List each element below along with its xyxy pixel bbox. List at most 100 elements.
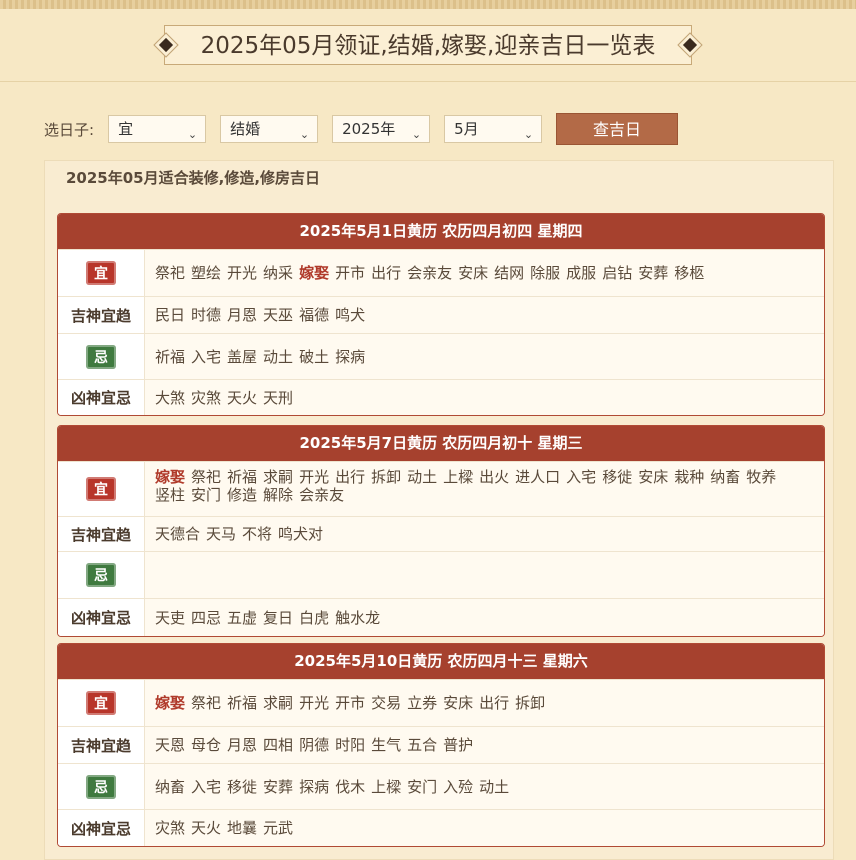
term-item: 地曩 <box>227 819 258 837</box>
event-type-select[interactable]: 结婚 ⌄ <box>220 115 319 143</box>
term-item: 鸣犬 <box>335 306 366 324</box>
term-item: 普护 <box>443 736 474 754</box>
term-item: 祈福 <box>155 347 186 366</box>
ji-list <box>145 552 824 598</box>
term-item: 入殓 <box>443 777 474 796</box>
ji-row: 忌 祈福 入宅 盖屋 动土 破土 探病 <box>58 333 824 379</box>
term-item: 天火 <box>191 819 222 837</box>
xiongshen-label: 凶神宜忌 <box>58 380 145 415</box>
year-select[interactable]: 2025年 ⌄ <box>332 115 431 143</box>
term-item: 嫁娶 <box>155 468 186 486</box>
yi-row: 宜 祭祀 塑绘 开光 纳采 嫁娶 开市 出行 会亲友 安床 结网 除服 成服 启钻 安葬 移柩 <box>58 249 824 296</box>
term-item: 结网 <box>494 264 525 282</box>
term-item: 移徙 <box>602 468 633 486</box>
xiongshen-row: 凶神宜忌 天吏 四忌 五虚 复日 白虎 触水龙 <box>58 598 824 636</box>
ji-label-cell: 忌 <box>58 552 145 598</box>
yi-row: 宜 嫁娶 祭祀 祈福 求嗣 开光 开市 交易 立券 安床 出行 拆卸 <box>58 679 824 726</box>
term-item: 竖柱 <box>155 486 186 504</box>
term-item: 上樑 <box>443 468 474 486</box>
search-lucky-day-button[interactable]: 查吉日 <box>556 113 679 145</box>
term-item: 会亲友 <box>407 264 453 282</box>
page-header: 2025年05月领证,结婚,嫁娶,迎亲吉日一览表 <box>0 9 856 82</box>
term-item: 天恩 <box>155 736 186 754</box>
term-item: 纳畜 <box>155 777 186 796</box>
term-item: 不将 <box>242 525 273 543</box>
term-item: 民日 <box>155 306 186 324</box>
jishen-label: 吉神宜趋 <box>58 297 145 333</box>
term-item: 时德 <box>191 306 222 324</box>
term-item: 五合 <box>407 736 438 754</box>
term-item: 天吏 <box>155 608 186 627</box>
jishen-row: 吉神宜趋 天德合 天马 不将 鸣犬对 <box>58 516 824 551</box>
jishen-label: 吉神宜趋 <box>58 517 145 551</box>
yi-list: 嫁娶 祭祀 祈福 求嗣 开光 出行 拆卸 动土 上樑 出火 进人口 入宅 移徙 安床 栽种 纳畜 牧养竖柱 安门修… <box>145 462 824 516</box>
term-item: 牧养 <box>746 468 777 486</box>
xiongshen-row: 凶神宜忌 大煞 灾煞 天火 天刑 <box>58 379 824 415</box>
term-item: 祈福 <box>227 468 258 486</box>
term-item: 成服 <box>566 264 597 282</box>
results-panel: 2025年05月适合装修,修造,修房吉日 2025年5月1日黄历 农历四月初四 … <box>44 160 834 860</box>
xiongshen-label: 凶神宜忌 <box>58 810 145 846</box>
term-item: 解除 <box>263 486 294 504</box>
term-item: 开市 <box>335 694 366 712</box>
term-item: 开光 <box>299 694 330 712</box>
term-item: 嫁娶 <box>299 264 330 282</box>
term-item: 动土 <box>407 468 438 486</box>
term-item: 开市 <box>335 264 366 282</box>
term-item: 安床 <box>458 264 489 282</box>
term-item: 开光 <box>299 468 330 486</box>
term-item: 出行 <box>335 468 366 486</box>
term-item: 入宅 <box>566 468 597 486</box>
yi-label-cell: 宜 <box>58 250 145 296</box>
term-item: 动土 <box>479 777 510 796</box>
xiongshen-list: 灾煞 天火 地曩 元武 <box>145 810 824 846</box>
term-item: 天巫 <box>263 306 294 324</box>
term-item: 求嗣 <box>263 694 294 712</box>
term-item: 大煞 <box>155 388 186 407</box>
yi-label-cell: 宜 <box>58 680 145 726</box>
yi-badge: 宜 <box>86 477 116 501</box>
yi-badge: 宜 <box>86 261 116 285</box>
ji-list: 纳畜 入宅 移徙 安葬 探病 伐木 上樑 安门 入殓 动土 <box>145 764 824 809</box>
ji-label-cell: 忌 <box>58 334 145 379</box>
term-item: 阴德 <box>299 736 330 754</box>
ji-row: 忌 <box>58 551 824 598</box>
day-card-header: 2025年5月10日黄历 农历四月十三 星期六 <box>58 644 824 679</box>
term-item: 祭祀 <box>155 264 186 282</box>
term-item: 鸣犬对 <box>278 525 324 543</box>
term-item: 纳畜 <box>710 468 741 486</box>
term-item: 安床 <box>638 468 669 486</box>
day-card-header: 2025年5月1日黄历 农历四月初四 星期四 <box>58 214 824 249</box>
term-item: 探病 <box>299 777 330 796</box>
term-item: 生气 <box>371 736 402 754</box>
term-item: 灾煞 <box>191 388 222 407</box>
term-item: 会亲友 <box>299 486 345 504</box>
yi-ji-select[interactable]: 宜 ⌄ <box>108 115 207 143</box>
term-item: 纳采 <box>263 264 294 282</box>
filter-label: 选日子: <box>44 120 95 139</box>
term-item: 四忌 <box>191 608 222 627</box>
term-item: 盖屋 <box>227 347 258 366</box>
term-item: 动土 <box>263 347 294 366</box>
term-item: 安床 <box>443 694 474 712</box>
term-item: 出行 <box>479 694 510 712</box>
title-frame: 2025年05月领证,结婚,嫁娶,迎亲吉日一览表 <box>154 25 702 65</box>
term-item: 安门 <box>191 486 222 504</box>
ji-badge: 忌 <box>86 563 116 587</box>
term-item: 除服 <box>530 264 561 282</box>
jishen-list: 天恩 母仓 月恩 四相 阴德 时阳 生气 五合 普护 <box>145 727 824 763</box>
term-item: 塑绘 <box>191 264 222 282</box>
xiongshen-list: 大煞 灾煞 天火 天刑 <box>145 380 824 415</box>
term-item: 复日 <box>263 608 294 627</box>
term-item: 安葬 <box>263 777 294 796</box>
term-item: 入宅 <box>191 777 222 796</box>
term-item: 月恩 <box>227 306 258 324</box>
term-item: 母仓 <box>191 736 222 754</box>
month-select[interactable]: 5月 ⌄ <box>444 115 543 143</box>
jishen-row: 吉神宜趋 民日 时德 月恩 天巫 福德 鸣犬 <box>58 296 824 333</box>
term-item: 五虚 <box>227 608 258 627</box>
day-card: 2025年5月1日黄历 农历四月初四 星期四 宜 祭祀 塑绘 开光 纳采 嫁娶 开市 出行会… <box>57 213 825 416</box>
term-item: 灾煞 <box>155 819 186 837</box>
term-item: 拆卸 <box>515 694 546 712</box>
term-item: 拆卸 <box>371 468 402 486</box>
